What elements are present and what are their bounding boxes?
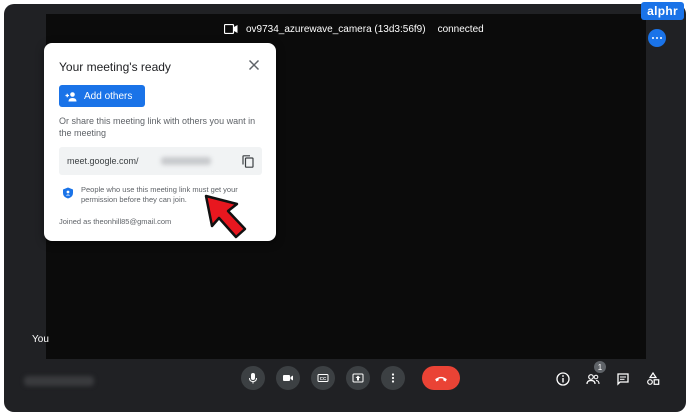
- dialog-title: Your meeting's ready: [59, 60, 171, 74]
- meeting-code-blurred: [24, 376, 94, 386]
- add-others-button[interactable]: Add others: [59, 85, 145, 107]
- share-instructions: Or share this meeting link with others y…: [59, 116, 256, 138]
- participants-count-badge: 1: [594, 361, 606, 373]
- end-call-button[interactable]: [422, 366, 460, 390]
- people-icon: [586, 374, 600, 385]
- chat-icon: [617, 373, 629, 386]
- video-button[interactable]: [276, 366, 300, 390]
- video-icon: [283, 375, 293, 381]
- captions-button[interactable]: CC: [311, 366, 335, 390]
- meeting-link-box[interactable]: meet.google.com/: [59, 147, 262, 175]
- end-call-icon: [435, 376, 447, 382]
- activities-button[interactable]: [644, 370, 662, 388]
- more-vert-icon: [391, 373, 395, 383]
- close-icon[interactable]: [248, 59, 260, 71]
- mic-button[interactable]: [241, 366, 265, 390]
- call-controls: CC: [241, 366, 460, 390]
- captions-icon: CC: [317, 374, 329, 382]
- chat-button[interactable]: [614, 370, 632, 388]
- add-person-icon: [65, 91, 77, 101]
- red-arrow-annotation: [204, 194, 247, 239]
- camera-status: connected: [437, 23, 484, 35]
- camera-icon: [224, 24, 238, 34]
- present-button[interactable]: [346, 366, 370, 390]
- present-icon: [352, 373, 364, 383]
- info-button[interactable]: [554, 370, 572, 388]
- side-controls: 1: [554, 361, 662, 388]
- copy-icon[interactable]: [242, 155, 254, 168]
- joined-as-text: Joined as theonhill85@gmail.com: [59, 217, 172, 226]
- more-button[interactable]: [381, 366, 405, 390]
- mic-icon: [249, 373, 257, 384]
- more-options-icon[interactable]: [648, 29, 666, 47]
- shield-icon: [63, 187, 73, 199]
- svg-text:CC: CC: [320, 376, 327, 381]
- activities-icon: [647, 372, 660, 385]
- alphr-watermark: alphr: [641, 2, 684, 20]
- self-name-label: You: [32, 334, 49, 345]
- camera-name: ov9734_azurewave_camera (13d3:56f9): [246, 23, 426, 35]
- meeting-link-blurred: [161, 157, 211, 165]
- meeting-link-text: meet.google.com/: [67, 156, 139, 166]
- camera-banner: ov9734_azurewave_camera (13d3:56f9) conn…: [214, 18, 494, 40]
- info-icon: [556, 372, 570, 386]
- add-others-label: Add others: [84, 90, 133, 102]
- people-button[interactable]: 1: [584, 361, 606, 388]
